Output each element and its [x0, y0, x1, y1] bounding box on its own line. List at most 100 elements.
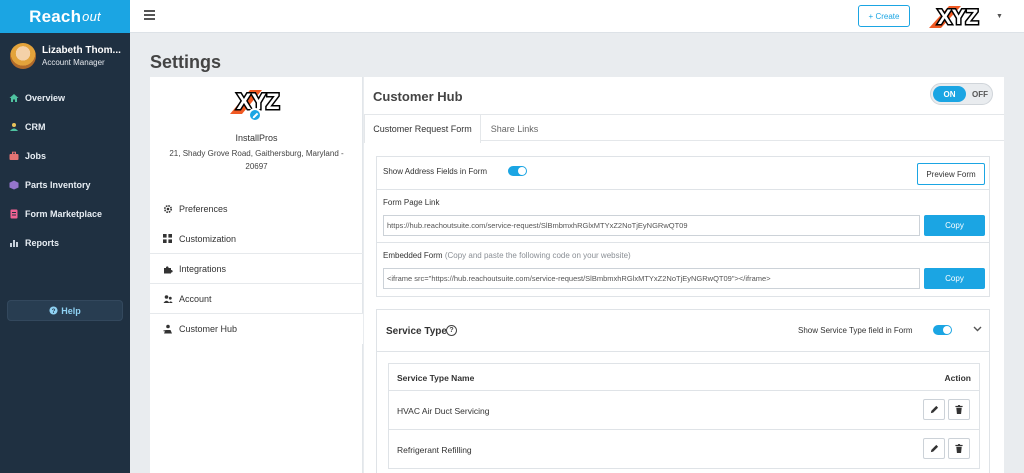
copy-link-button[interactable]: Copy	[924, 215, 985, 236]
address-fields-row: Show Address Fields in Form Preview Form	[377, 157, 989, 190]
trash-icon	[955, 444, 963, 453]
user-name: Lizabeth Thom...	[42, 45, 121, 56]
user-profile[interactable]: Lizabeth Thom... Account Manager	[0, 33, 130, 83]
company-name: InstallPros	[235, 133, 278, 143]
edit-button[interactable]	[923, 399, 945, 420]
help-icon: ?	[49, 306, 58, 315]
hub-icon	[162, 324, 173, 335]
gear-icon	[162, 204, 173, 215]
bar-chart-icon	[8, 237, 19, 248]
svg-text:?: ?	[52, 308, 56, 315]
tab-bar: Customer Request Form Share Links	[364, 114, 1004, 143]
embedded-form-row: Embedded Form (Copy and paste the follow…	[377, 243, 989, 297]
delete-button[interactable]	[948, 438, 970, 459]
service-type-name: Refrigerant Refilling	[397, 445, 472, 455]
embedded-form-field[interactable]: <iframe src="https://hub.reachoutsuite.c…	[383, 268, 920, 289]
puzzle-icon	[162, 263, 173, 274]
sidebar-item-label: Overview	[25, 92, 66, 103]
topbar: + Create XYZ ▼	[130, 0, 1024, 33]
embedded-hint: (Copy and paste the following code on yo…	[444, 251, 631, 260]
company-address: 21, Shady Grove Road, Gaithersburg, Mary…	[169, 149, 344, 171]
sidebar-item-label: Reports	[25, 237, 60, 248]
delete-button[interactable]	[948, 399, 970, 420]
table-row: HVAC Air Duct Servicing	[389, 391, 979, 430]
chevron-down-icon[interactable]: ▼	[996, 13, 1003, 20]
form-page-link-field[interactable]: https://hub.reachoutsuite.com/service-re…	[383, 215, 920, 236]
service-type-card: Service Type ? Show Service Type field i…	[376, 309, 990, 473]
pencil-icon	[930, 444, 938, 453]
users-icon	[162, 293, 173, 304]
sidebar-item-label: Form Marketplace	[25, 208, 103, 219]
service-type-header[interactable]: Service Type ? Show Service Type field i…	[377, 310, 989, 352]
show-service-type-toggle[interactable]	[933, 325, 952, 335]
settings-item-account[interactable]: Account	[150, 284, 363, 314]
pencil-icon	[252, 112, 258, 118]
sidebar-item-crm[interactable]: CRM	[0, 112, 130, 141]
settings-item-label: Account	[179, 293, 212, 304]
sidebar-item-label: Jobs	[25, 150, 47, 161]
column-header-name: Service Type Name	[397, 373, 475, 383]
show-address-toggle[interactable]	[508, 166, 527, 176]
sidebar-item-overview[interactable]: Overview	[0, 83, 130, 112]
embedded-form-label: Embedded Form (Copy and paste the follow…	[383, 251, 631, 260]
sidebar-item-label: CRM	[25, 121, 46, 132]
customer-hub-panel: Customer Hub ON OFF Customer Request For…	[364, 77, 1004, 473]
settings-item-customization[interactable]: Customization	[150, 224, 363, 254]
edit-button[interactable]	[923, 438, 945, 459]
sidebar-item-form-marketplace[interactable]: Form Marketplace	[0, 199, 130, 228]
toggle-on-label: ON	[933, 86, 966, 102]
sidebar-item-label: Parts Inventory	[25, 179, 91, 190]
embedded-label: Embedded Form	[383, 251, 443, 260]
company-logo-top[interactable]: XYZ	[927, 4, 989, 32]
service-type-title: Service Type	[386, 326, 447, 337]
form-page-link-row: Form Page Link https://hub.reachoutsuite…	[377, 190, 989, 243]
settings-item-customer-hub[interactable]: Customer Hub	[150, 314, 363, 344]
request-form-card: Show Address Fields in Form Preview Form…	[376, 156, 990, 297]
crm-icon	[8, 121, 19, 132]
chevron-down-icon[interactable]	[973, 324, 982, 334]
brand-name: Reach	[29, 6, 82, 26]
show-address-label: Show Address Fields in Form	[383, 167, 488, 176]
help-button[interactable]: ? Help	[7, 300, 123, 321]
settings-item-label: Customer Hub	[179, 324, 238, 334]
settings-item-label: Customization	[179, 233, 237, 244]
brand-suffix: out	[82, 9, 101, 24]
grid-icon	[162, 233, 173, 244]
toggle-off-label: OFF	[972, 89, 988, 99]
show-service-type-label: Show Service Type field in Form	[798, 326, 913, 335]
settings-item-integrations[interactable]: Integrations	[150, 254, 363, 284]
sidebar-item-reports[interactable]: Reports	[0, 228, 130, 257]
tab-share-links[interactable]: Share Links	[481, 115, 548, 142]
brand-logo[interactable]: Reach out	[0, 0, 130, 33]
edit-logo-button[interactable]	[248, 108, 262, 122]
question-icon[interactable]: ?	[446, 325, 457, 336]
sidebar-item-parts-inventory[interactable]: Parts Inventory	[0, 170, 130, 199]
sidebar-item-jobs[interactable]: Jobs	[0, 141, 130, 170]
help-label: Help	[61, 305, 81, 316]
table-header: Service Type Name Action	[389, 364, 979, 391]
box-icon	[8, 179, 19, 190]
form-icon	[8, 208, 19, 219]
settings-panel: XYZ InstallPros 21, Shady Grove Road, Ga…	[150, 77, 363, 473]
preview-form-button[interactable]: Preview Form	[917, 163, 985, 185]
home-icon	[8, 92, 19, 103]
user-role: Account Manager	[42, 58, 105, 67]
settings-item-label: Integrations	[179, 263, 227, 274]
service-type-name: HVAC Air Duct Servicing	[397, 406, 490, 416]
avatar	[10, 43, 36, 69]
form-page-link-label: Form Page Link	[383, 198, 440, 207]
tab-customer-request-form[interactable]: Customer Request Form	[364, 115, 481, 143]
menu-icon[interactable]	[144, 10, 155, 20]
sidebar-nav: Overview CRM Jobs Parts Inventory Form M…	[0, 83, 130, 257]
copy-embed-button[interactable]: Copy	[924, 268, 985, 289]
settings-item-label: Preferences	[179, 204, 228, 214]
service-type-table: Service Type Name Action HVAC Air Duct S…	[388, 363, 980, 469]
logo-text: XYZ	[938, 6, 979, 29]
section-title: Customer Hub	[373, 89, 463, 104]
settings-item-preferences[interactable]: Preferences	[150, 194, 363, 224]
pencil-icon	[930, 405, 938, 414]
create-button[interactable]: + Create	[858, 5, 910, 27]
customer-hub-toggle[interactable]: ON OFF	[930, 83, 993, 105]
briefcase-icon	[8, 150, 19, 161]
trash-icon	[955, 405, 963, 414]
